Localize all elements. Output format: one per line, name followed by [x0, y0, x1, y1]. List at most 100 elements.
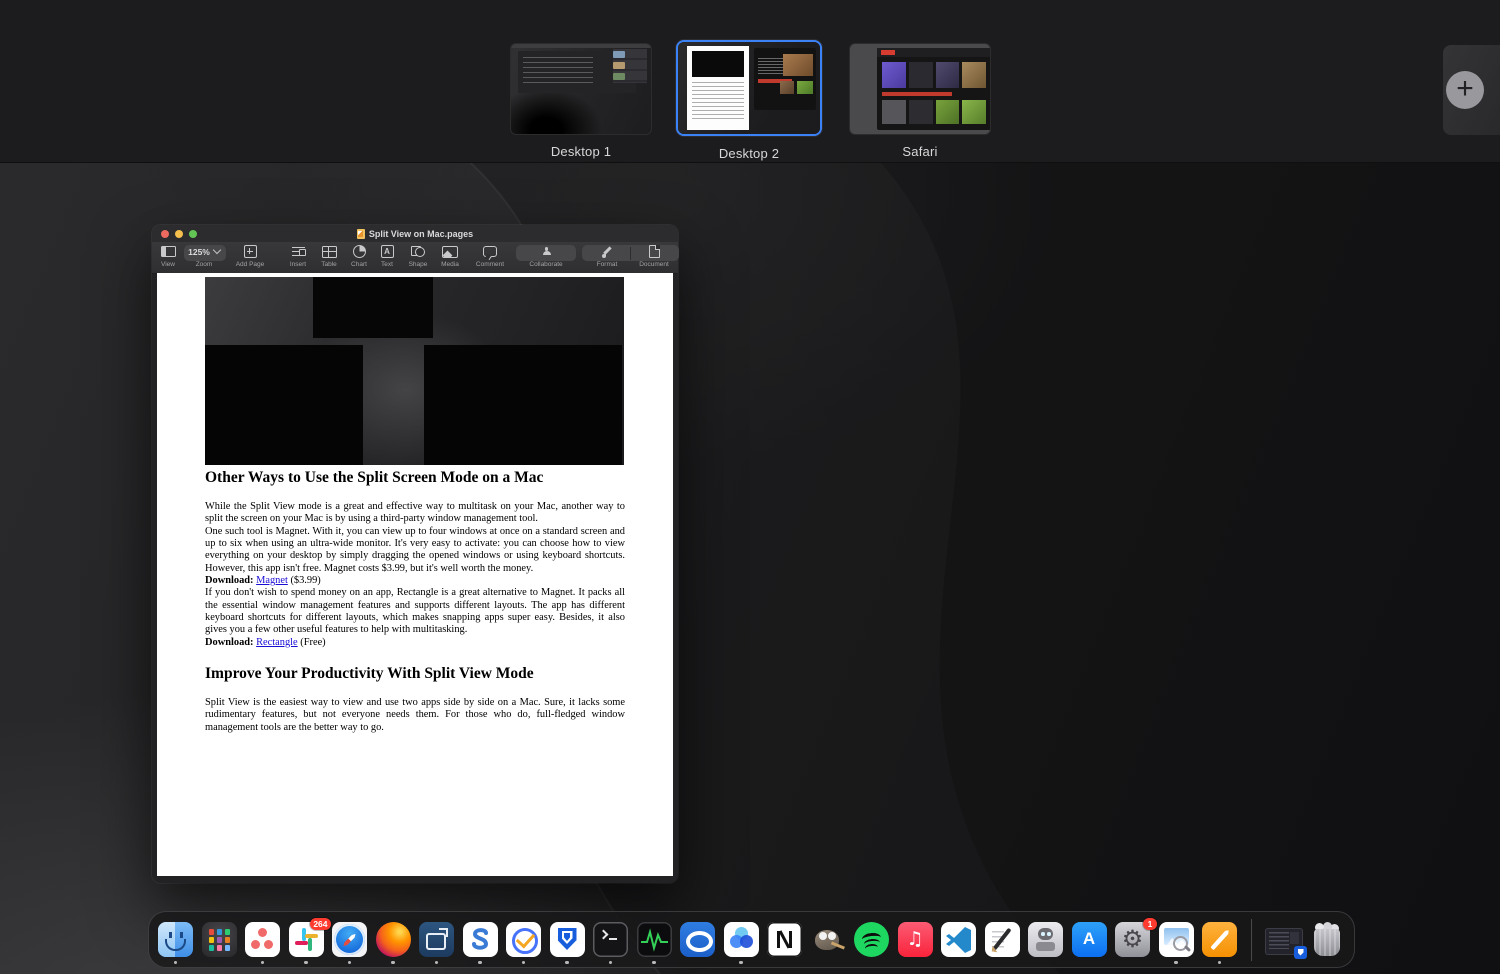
blue-ring-app-icon [680, 922, 715, 957]
desktop-2-doc-text [692, 82, 744, 122]
dock-bitwarden[interactable] [550, 922, 585, 957]
vscode-icon [941, 922, 976, 957]
dock-automator[interactable] [1028, 922, 1063, 957]
zoom-dropdown[interactable]: 125% Zoom [182, 244, 226, 268]
dock-firefox[interactable] [376, 922, 411, 957]
mission-control-bar: Desktop 1 Desktop 2 [0, 0, 1500, 163]
s-swirl-app-icon [463, 922, 498, 957]
trash-full-icon [1312, 923, 1342, 956]
download-label: Download: [205, 637, 254, 648]
document-proxy-icon [357, 229, 365, 239]
screenshot-right-window [424, 345, 622, 465]
document-page-icon [649, 245, 660, 258]
pages-titlebar[interactable]: Split View on Mac.pages [152, 225, 678, 242]
comment-button[interactable]: Comment [468, 244, 512, 268]
desktop-2-doc-image [692, 51, 744, 77]
safari-icon [332, 922, 367, 957]
add-desktop-button[interactable]: + [1446, 71, 1484, 109]
dock-notion[interactable] [767, 922, 802, 957]
space-desktop-2-thumbnail-active[interactable] [676, 40, 822, 136]
rectangle-link[interactable]: Rectangle [256, 637, 298, 648]
preview-icon [1159, 922, 1194, 957]
dock-apple-music[interactable]: ♫ [898, 922, 933, 957]
dock-launchpad[interactable] [202, 922, 237, 957]
magnet-link[interactable]: Magnet [256, 575, 288, 586]
space-desktop-1: Desktop 1 [511, 44, 651, 159]
desktop-1-text-lines [523, 57, 593, 87]
format-button[interactable]: Format [584, 244, 630, 268]
download-label: Download: [205, 575, 254, 586]
asana-icon [245, 922, 280, 957]
doc-download-line-1: Download: Magnet ($3.99) [205, 575, 625, 587]
dock-trash[interactable] [1312, 923, 1342, 956]
add-page-button[interactable]: Add Page [228, 244, 272, 268]
text-button[interactable]: A Text [372, 244, 402, 268]
dock-vscode[interactable] [941, 922, 976, 957]
collaborate-button[interactable]: Collaborate [514, 244, 578, 268]
add-page-icon [244, 245, 257, 258]
doc-paragraph-3: If you don't wish to spend money on an a… [205, 587, 625, 636]
slack-badge: 264 [310, 918, 330, 930]
activity-monitor-icon [637, 922, 672, 957]
space-safari-label: Safari [850, 144, 990, 159]
document-screenshot-image[interactable] [205, 277, 624, 465]
dock-asana[interactable] [245, 922, 280, 957]
collaborate-person-icon [543, 247, 550, 254]
dock: 264 [148, 911, 1355, 968]
automator-icon [1028, 922, 1063, 957]
bitwarden-icon [550, 922, 585, 957]
task-check-app-icon [506, 922, 541, 957]
dock-task-app[interactable] [506, 922, 541, 957]
shape-button[interactable]: Shape [400, 244, 436, 268]
dock-preview[interactable] [1159, 922, 1194, 957]
notion-icon [767, 922, 802, 957]
dock-s-swirl-app[interactable] [463, 922, 498, 957]
dock-gimp[interactable] [811, 922, 846, 957]
dock-cloud-app[interactable] [724, 922, 759, 957]
minimized-window-thumbnail [1265, 928, 1303, 955]
doc-paragraph-4: Split View is the easiest way to view an… [205, 697, 625, 734]
terminal-icon [593, 922, 628, 957]
screenshot-left-window [205, 345, 363, 465]
dock-drawing-notes-app[interactable] [985, 922, 1020, 957]
dock-pages[interactable] [1202, 922, 1237, 957]
document-button[interactable]: Document [630, 244, 678, 268]
dock-system-preferences[interactable]: 1 ⚙ [1115, 922, 1150, 957]
dock-terminal[interactable] [593, 922, 628, 957]
desktop-2-browser-window [754, 48, 816, 110]
desktop-1-thumb-chip [613, 62, 625, 69]
space-safari: Safari [850, 44, 990, 159]
safari-headline [882, 92, 952, 96]
insert-icon [292, 247, 305, 257]
safari-article-row [882, 100, 986, 124]
space-desktop-1-label: Desktop 1 [511, 144, 651, 159]
safari-site-logo [881, 50, 895, 55]
apple-music-icon: ♫ [898, 922, 933, 957]
dock-activity-monitor[interactable] [637, 922, 672, 957]
gimp-icon [811, 922, 846, 957]
desktop-1-thumb-chip [613, 51, 625, 58]
media-button[interactable]: Media [434, 244, 466, 268]
safari-article-row [882, 62, 986, 88]
rectangle-app-icon [419, 922, 454, 957]
space-desktop-1-thumbnail[interactable] [511, 44, 651, 134]
space-safari-thumbnail[interactable] [850, 44, 990, 134]
document-page[interactable]: Other Ways to Use the Split Screen Mode … [157, 273, 673, 876]
view-sidebar-icon [161, 246, 176, 257]
launchpad-icon [202, 922, 237, 957]
dock-app-store[interactable]: A [1072, 922, 1107, 957]
dock-safari[interactable] [332, 922, 367, 957]
settings-badge: 1 [1143, 918, 1157, 930]
dock-slack[interactable]: 264 [289, 922, 324, 957]
dock-finder[interactable] [158, 922, 193, 957]
chart-button[interactable]: Chart [342, 244, 376, 268]
doc-heading-2: Improve Your Productivity With Split Vie… [205, 665, 625, 683]
cloud-storage-app-icon [724, 922, 759, 957]
dock-minimized-window[interactable] [1265, 924, 1303, 955]
dock-spotify[interactable] [854, 922, 889, 957]
dock-rectangle[interactable] [419, 922, 454, 957]
pages-icon [1202, 922, 1237, 957]
view-button[interactable]: View [154, 244, 182, 268]
doc-paragraph-2: One such tool is Magnet. With it, you ca… [205, 526, 625, 575]
dock-blue-ring-app[interactable] [680, 922, 715, 957]
